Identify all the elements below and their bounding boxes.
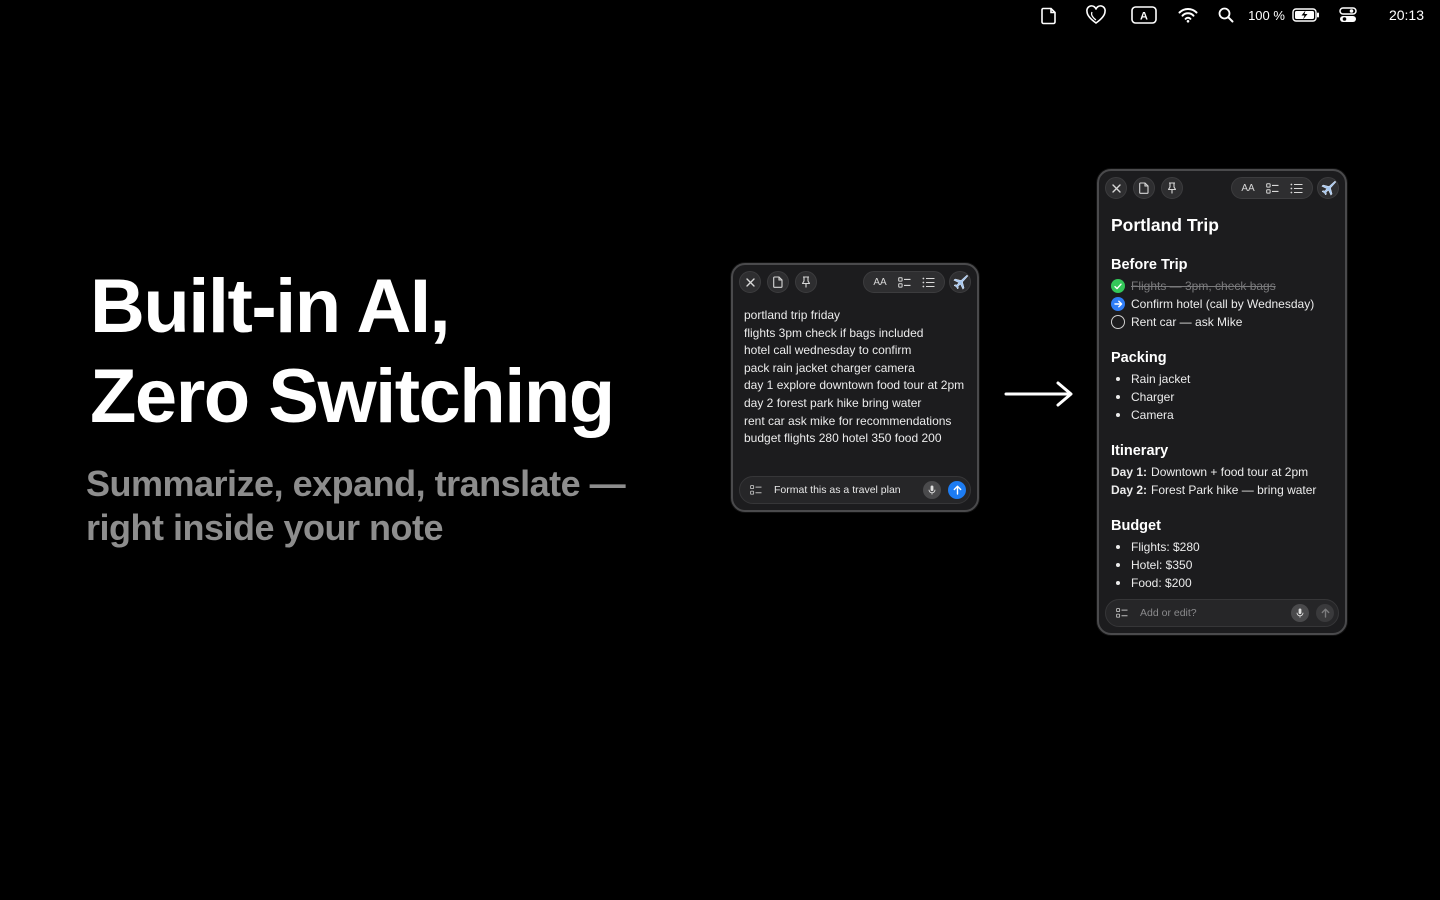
format-group: AA: [863, 271, 945, 293]
control-center-icon[interactable]: [1325, 7, 1371, 23]
checklist-item-label: Rent car — ask Mike: [1131, 315, 1243, 329]
document-button[interactable]: [1133, 177, 1155, 199]
pin-icon: [801, 276, 811, 288]
section-heading-budget: Budget: [1111, 518, 1161, 534]
list-item: Charger: [1116, 388, 1174, 406]
checklist-button[interactable]: [893, 272, 915, 292]
wifi-icon[interactable]: [1168, 7, 1208, 23]
empty-circle-icon[interactable]: [1111, 315, 1125, 329]
arrow-right-circle-icon[interactable]: [1111, 297, 1125, 311]
menubar-clock[interactable]: 20:13: [1389, 7, 1424, 23]
note-toolbar: AA: [739, 271, 971, 293]
send-button[interactable]: [1316, 604, 1334, 622]
checkmark-icon[interactable]: [1111, 279, 1125, 293]
list-item: Hotel: $350: [1116, 556, 1192, 574]
arrow-up-icon: [953, 485, 961, 495]
note-line: rent car ask mike for recommendations: [744, 413, 952, 428]
arrow-up-icon: [1321, 608, 1329, 618]
list-item: Rain jacket: [1116, 370, 1190, 388]
section-heading-before-trip: Before Trip: [1111, 257, 1188, 273]
itinerary-item: Day 2: Forest Park hike — bring water: [1111, 483, 1317, 497]
raw-note-text[interactable]: portland trip friday flights 3pm check i…: [744, 307, 970, 448]
mic-icon: [928, 485, 936, 495]
transform-arrow-icon: [1004, 381, 1073, 407]
checklist-item[interactable]: Confirm hotel (call by Wednesday): [1111, 295, 1314, 313]
airplane-icon: [1321, 181, 1336, 196]
checklist-icon: [897, 276, 910, 288]
list-item: Camera: [1116, 406, 1174, 424]
ai-prompt-bar[interactable]: Format this as a travel plan: [739, 476, 971, 504]
list-icon: [922, 277, 934, 287]
pin-button[interactable]: [1161, 177, 1183, 199]
checklist-item-label: Confirm hotel (call by Wednesday): [1131, 297, 1315, 311]
keyboard-a-icon[interactable]: A: [1120, 6, 1168, 24]
list-item: Food: $200: [1116, 574, 1192, 592]
note-line: day 2 forest park hike bring water: [744, 395, 922, 410]
hero-subtitle: Summarize, expand, translate — right ins…: [86, 462, 626, 550]
note-line: budget flights 280 hotel 350 food 200: [744, 431, 942, 446]
mic-button[interactable]: [1291, 604, 1309, 622]
hero-subtitle-line2: right inside your note: [86, 507, 444, 548]
close-button[interactable]: [1105, 177, 1127, 199]
ai-button[interactable]: [949, 271, 971, 293]
close-icon: [1111, 183, 1121, 193]
ai-button[interactable]: [1317, 177, 1339, 199]
hero-title: Built-in AI, Zero Switching: [90, 262, 615, 442]
document-icon: [773, 276, 783, 288]
section-heading-packing: Packing: [1111, 350, 1167, 366]
checklist-item[interactable]: Flights — 3pm, check bags: [1111, 277, 1276, 295]
raw-note-panel: AA portland trip friday flights 3pm chec…: [731, 263, 979, 512]
mic-icon: [1296, 608, 1304, 618]
checklist-icon[interactable]: [1114, 608, 1130, 618]
checklist-button[interactable]: [1261, 178, 1283, 198]
text-size-button[interactable]: AA: [1237, 178, 1259, 198]
checklist-item-label: Flights — 3pm, check bags: [1131, 279, 1276, 293]
document-icon: [1139, 182, 1149, 194]
menubar: A 100 % 20:13: [1026, 0, 1440, 30]
pin-icon: [1167, 182, 1177, 194]
format-group: AA: [1231, 177, 1313, 199]
list-item: Flights: $280: [1116, 538, 1200, 556]
pin-button[interactable]: [795, 271, 817, 293]
text-size-button[interactable]: AA: [869, 272, 891, 292]
ai-prompt-input[interactable]: Format this as a travel plan: [774, 484, 916, 496]
mic-button[interactable]: [923, 481, 941, 499]
search-icon[interactable]: [1208, 7, 1244, 23]
list-button[interactable]: [917, 272, 939, 292]
checklist-icon: [1265, 182, 1278, 194]
battery-charging-icon[interactable]: [1291, 8, 1321, 22]
note-title: Portland Trip: [1111, 215, 1219, 235]
send-button[interactable]: [948, 481, 966, 499]
hero-title-line1: Built-in AI,: [90, 264, 451, 349]
formatted-note-panel: AA Portland Trip Before Trip Flights — 3…: [1097, 169, 1347, 635]
section-heading-itinerary: Itinerary: [1111, 443, 1169, 459]
itinerary-item: Day 1: Downtown + food tour at 2pm: [1111, 465, 1309, 479]
checklist-item[interactable]: Rent car — ask Mike: [1111, 313, 1242, 331]
checklist-icon[interactable]: [748, 485, 764, 495]
battery-percent: 100 %: [1248, 7, 1285, 23]
close-icon: [745, 277, 755, 287]
ai-prompt-bar[interactable]: Add or edit?: [1105, 599, 1339, 627]
note-line: portland trip friday: [744, 308, 841, 322]
list-button[interactable]: [1285, 178, 1307, 198]
note-line: flights 3pm check if bags included: [744, 325, 924, 340]
list-icon: [1290, 183, 1302, 193]
note-line: day 1 explore downtown food tour at 2pm: [744, 378, 965, 393]
hero-subtitle-line1: Summarize, expand, translate —: [86, 463, 626, 504]
document-button[interactable]: [767, 271, 789, 293]
note-line: hotel call wednesday to confirm: [744, 343, 912, 358]
airplane-icon: [953, 275, 968, 290]
ai-prompt-input[interactable]: Add or edit?: [1140, 607, 1284, 619]
note-toolbar: AA: [1105, 177, 1339, 199]
hero-title-line2: Zero Switching: [90, 354, 615, 439]
input-badge: A: [1140, 11, 1148, 23]
note-icon[interactable]: [1026, 6, 1072, 25]
heart-shield-icon[interactable]: [1072, 5, 1120, 25]
close-button[interactable]: [739, 271, 761, 293]
note-line: pack rain jacket charger camera: [744, 360, 915, 375]
